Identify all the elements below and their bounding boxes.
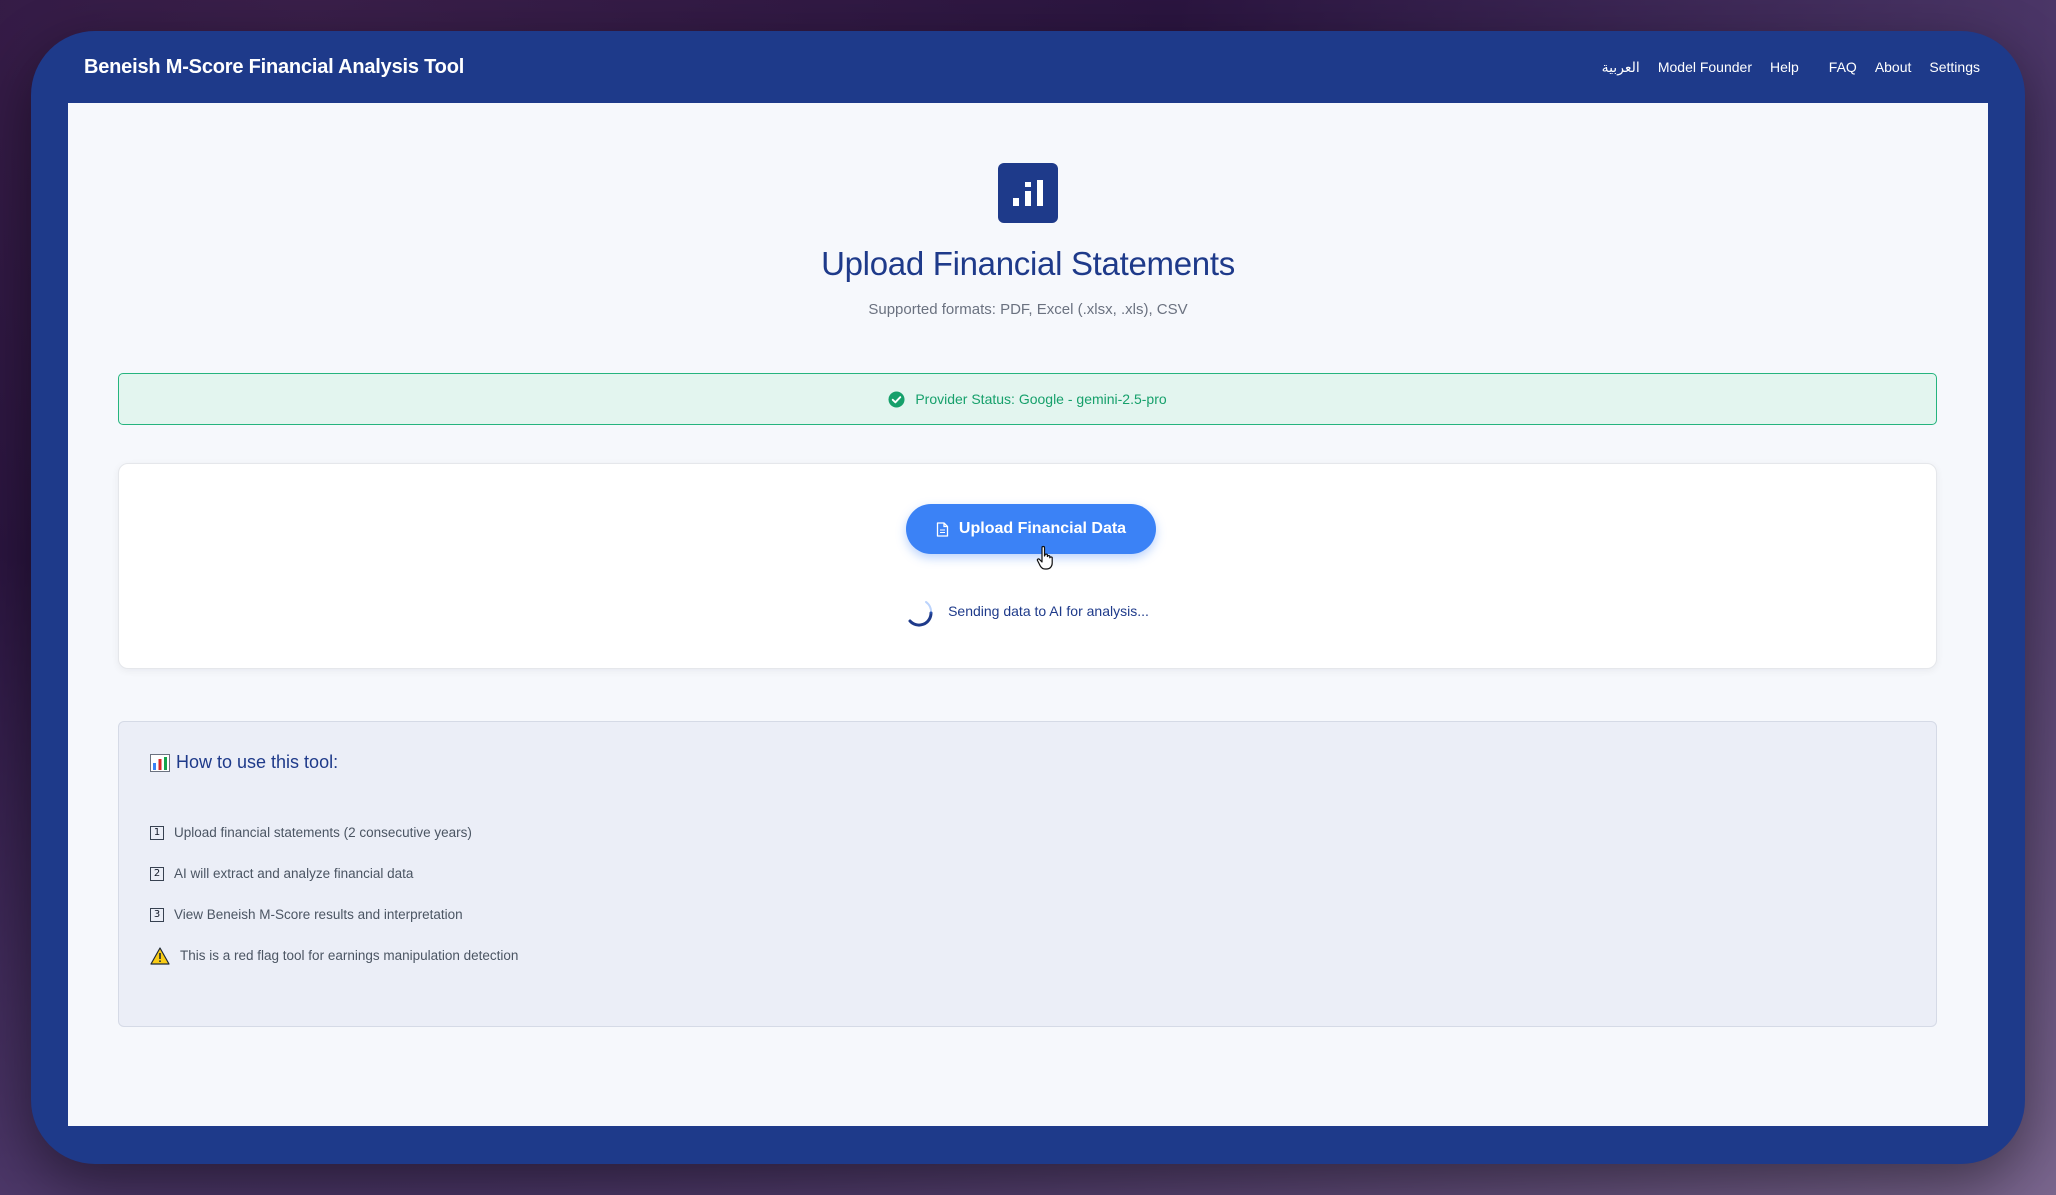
keycap-two-icon: 2 — [150, 866, 164, 881]
bar-chart-glyph — [1013, 180, 1043, 206]
device-frame: Beneish M-Score Financial Analysis Tool … — [31, 31, 2025, 1164]
list-item: This is a red flag tool for earnings man… — [150, 935, 518, 976]
how-to-steps: 1 Upload financial statements (2 consecu… — [150, 812, 518, 976]
nav-item-arabic[interactable]: العربية — [1602, 55, 1640, 80]
nav-item-settings[interactable]: Settings — [1929, 55, 1980, 79]
how-to-panel: How to use this tool: 1 Upload financial… — [118, 721, 1937, 1027]
step-text: This is a red flag tool for earnings man… — [180, 948, 519, 963]
list-item: 1 Upload financial statements (2 consecu… — [150, 812, 518, 853]
upload-button-label: Upload Financial Data — [958, 520, 1127, 537]
page-title: Upload Financial Statements — [821, 245, 1235, 282]
hand-cursor-icon — [1036, 545, 1053, 570]
app-title[interactable]: Beneish M-Score Financial Analysis Tool — [84, 56, 464, 79]
list-item: 3 View Beneish M-Score results and inter… — [150, 894, 518, 935]
warning-icon — [150, 946, 170, 965]
spinner-icon — [908, 601, 933, 627]
upload-financial-data-button[interactable]: Upload Financial Data — [906, 504, 1156, 554]
provider-status-banner: Provider Status: Google - gemini-2.5-pro — [118, 373, 1937, 425]
loading-status-text: Sending data to AI for analysis... — [948, 603, 1149, 619]
upload-card: Upload Financial Data Sending data to AI… — [118, 463, 1937, 669]
keycap-one-icon: 1 — [150, 825, 164, 840]
bar-chart-icon — [998, 163, 1058, 223]
file-icon — [936, 521, 949, 537]
nav-item-about[interactable]: About — [1875, 55, 1912, 79]
list-item: 2 AI will extract and analyze financial … — [150, 853, 518, 894]
nav-links: العربية Model Founder Help FAQ About Set… — [1584, 55, 1980, 80]
loading-indicator: Sending data to AI for analysis... — [119, 594, 1936, 628]
provider-status-text: Provider Status: Google - gemini-2.5-pro — [915, 391, 1167, 407]
supported-formats-text: Supported formats: PDF, Excel (.xlsx, .x… — [868, 301, 1188, 318]
nav-item-faq[interactable]: FAQ — [1829, 55, 1857, 79]
check-circle-icon — [888, 390, 905, 408]
step-text: AI will extract and analyze financial da… — [174, 866, 414, 881]
main-content: Upload Financial Statements Supported fo… — [68, 103, 1988, 1126]
how-to-title: How to use this tool: — [176, 752, 339, 772]
step-text: Upload financial statements (2 consecuti… — [174, 825, 472, 840]
nav-item-help[interactable]: Help — [1770, 55, 1799, 79]
step-text: View Beneish M-Score results and interpr… — [174, 907, 463, 922]
how-to-heading: How to use this tool: — [150, 752, 338, 773]
top-navbar: Beneish M-Score Financial Analysis Tool … — [31, 31, 2025, 103]
chart-emoji-icon — [150, 753, 170, 772]
keycap-three-icon: 3 — [150, 907, 164, 922]
nav-item-model-founder[interactable]: Model Founder — [1658, 55, 1752, 79]
